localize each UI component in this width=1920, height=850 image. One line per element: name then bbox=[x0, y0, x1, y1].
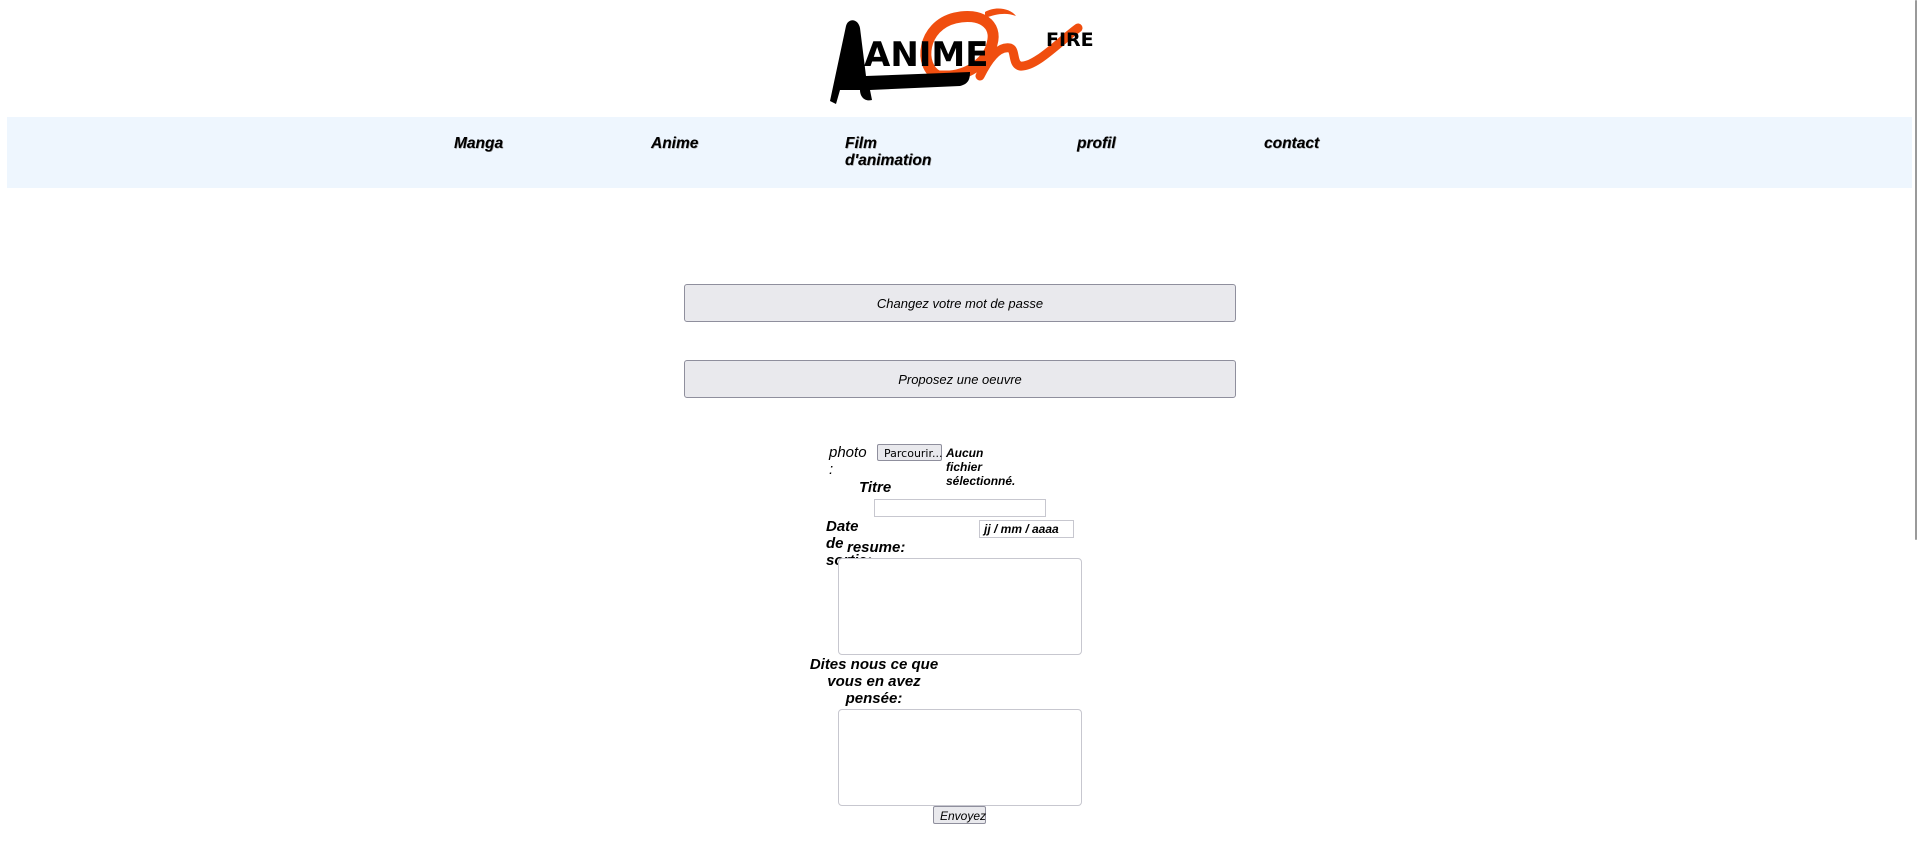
nav-link-profil[interactable]: profil bbox=[1077, 135, 1116, 152]
nav-link-contact[interactable]: contact bbox=[1264, 135, 1319, 152]
logo-fire-text: FIRE bbox=[1046, 29, 1094, 51]
site-logo[interactable]: ANIME FIRE bbox=[820, 6, 1105, 106]
summary-label: resume: bbox=[847, 539, 906, 556]
release-date-input[interactable]: jj / mm / aaaa bbox=[979, 520, 1074, 538]
nav-link-film-animation[interactable]: Film d'animation bbox=[845, 135, 935, 169]
title-input[interactable] bbox=[874, 499, 1046, 517]
change-password-button[interactable]: Changez votre mot de passe bbox=[684, 284, 1236, 322]
submit-button[interactable]: Envoyez bbox=[933, 806, 986, 824]
release-date-placeholder: jj / mm / aaaa bbox=[984, 522, 1059, 536]
photo-no-file-text: Aucun fichier sélectionné. bbox=[946, 446, 1016, 488]
logo-flame-tip bbox=[985, 8, 1016, 18]
opinion-label: Dites nous ce que vous en avez pensée: bbox=[809, 656, 939, 707]
page-scrollbar[interactable] bbox=[1915, 0, 1917, 540]
summary-textarea[interactable] bbox=[838, 558, 1082, 655]
photo-browse-button[interactable]: Parcourir... bbox=[877, 444, 943, 461]
nav-link-manga[interactable]: Manga bbox=[454, 135, 503, 152]
title-label: Titre bbox=[859, 479, 892, 496]
opinion-textarea[interactable] bbox=[838, 709, 1082, 806]
main-nav: Manga Anime Film d'animation profil cont… bbox=[7, 117, 1912, 188]
photo-label: photo : bbox=[829, 444, 867, 478]
propose-work-button[interactable]: Proposez une oeuvre bbox=[684, 360, 1236, 398]
logo-anime-text: ANIME bbox=[864, 35, 988, 75]
nav-link-anime[interactable]: Anime bbox=[651, 135, 698, 152]
